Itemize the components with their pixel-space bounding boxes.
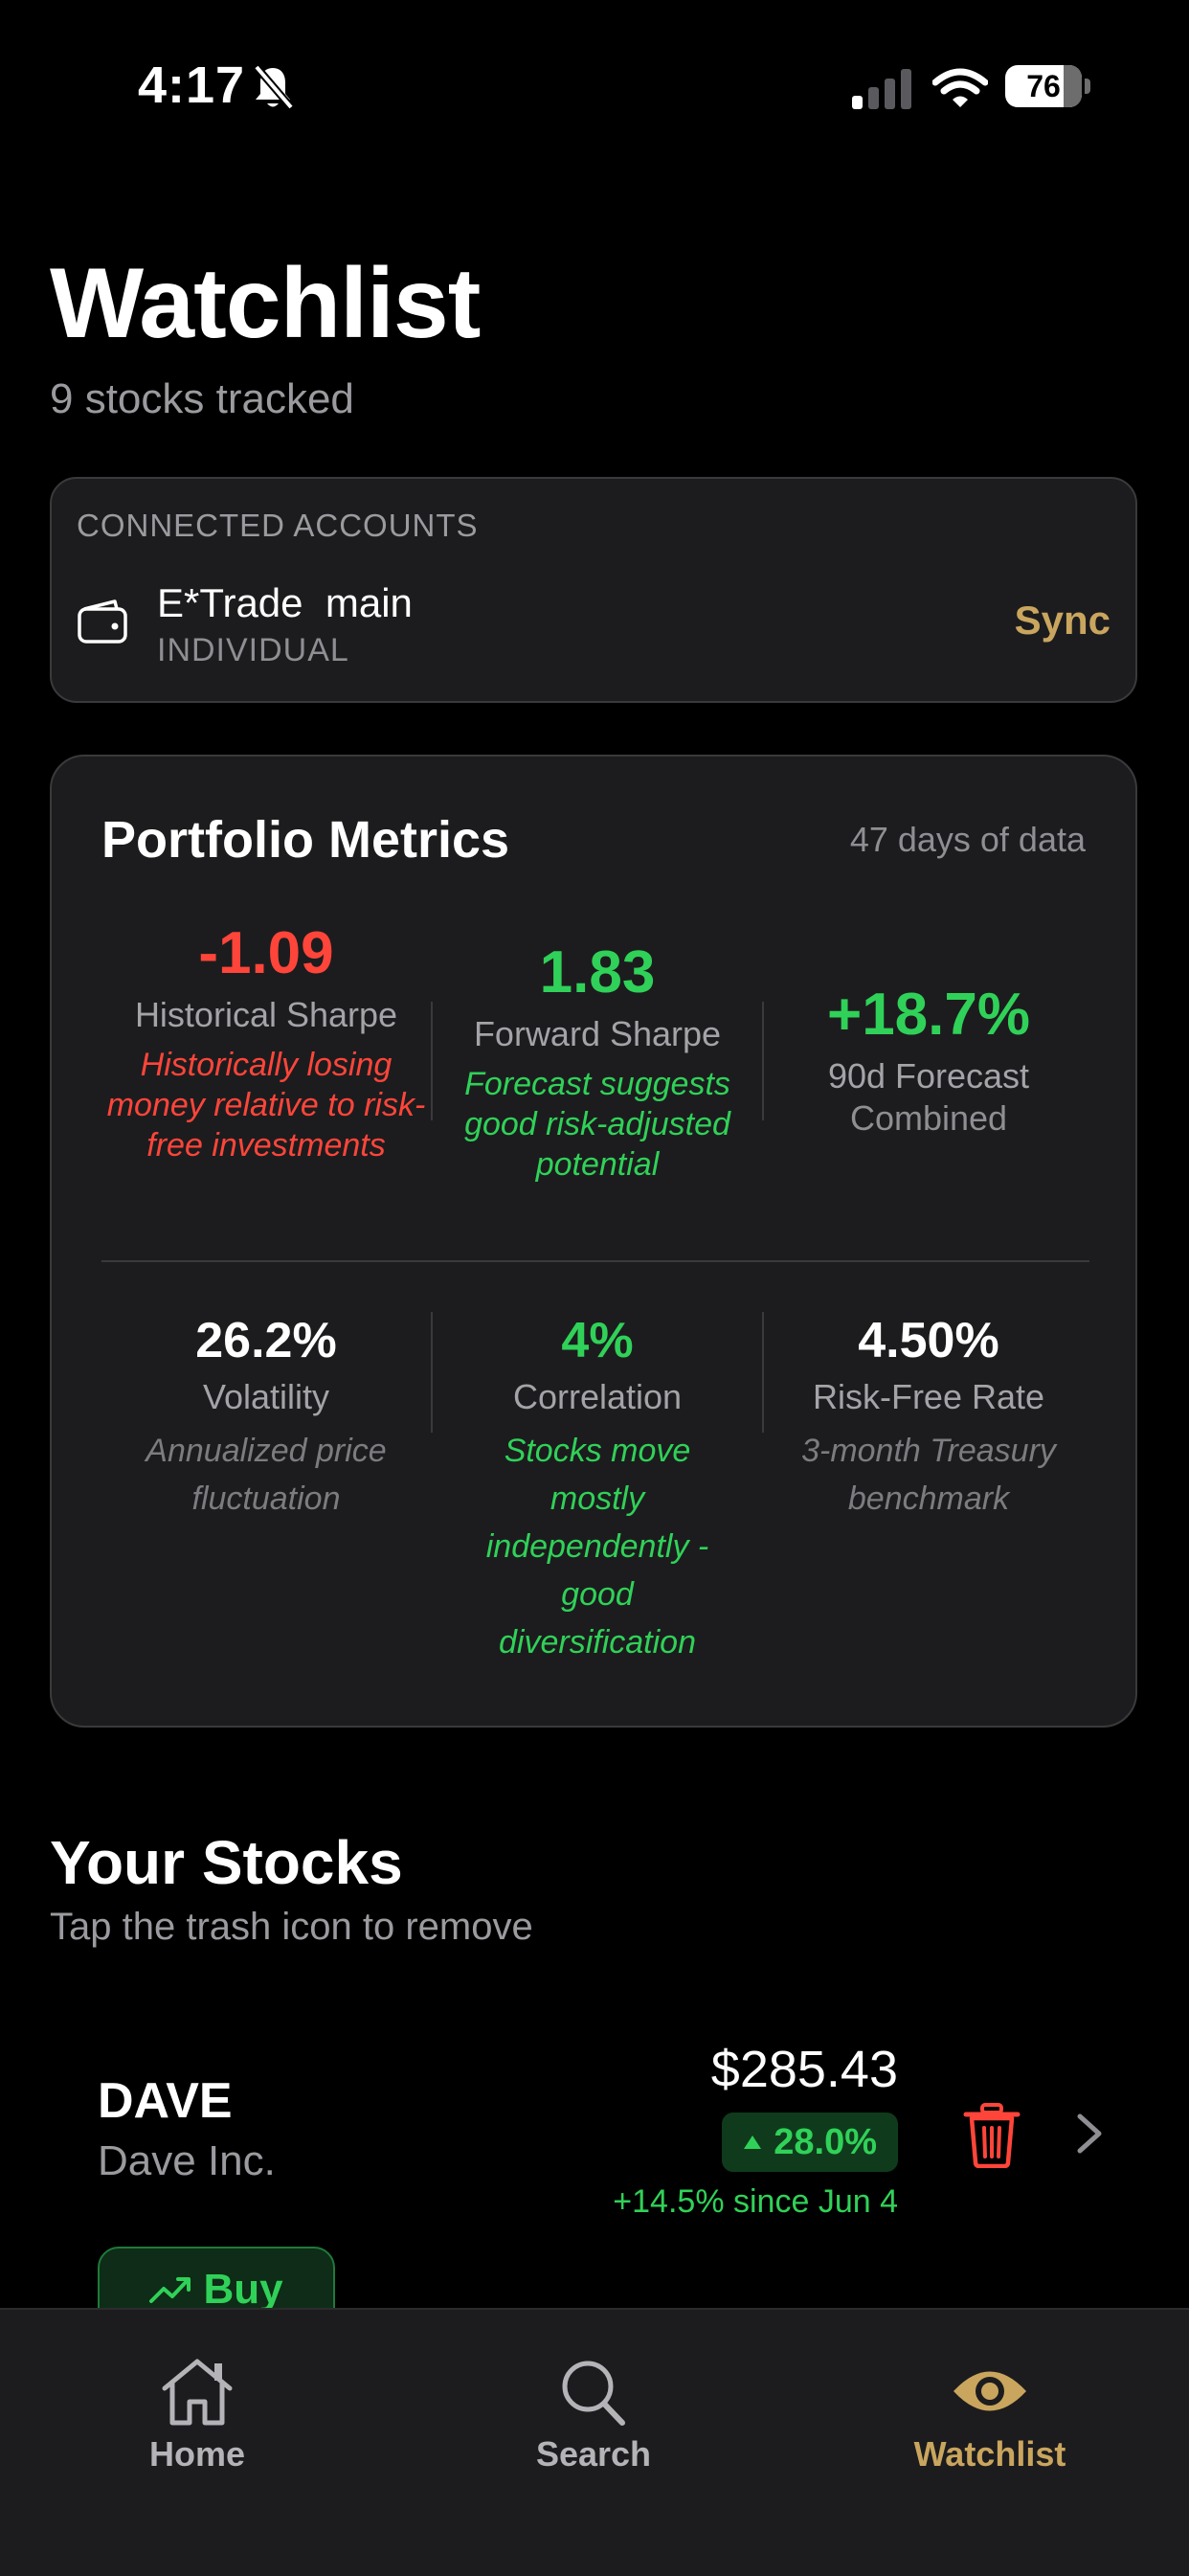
metric-historical-sharpe: -1.09 Historical Sharpe Historically los… [101,919,431,1165]
tab-label: Watchlist [913,2434,1066,2474]
stock-since-change: +14.5% since Jun 4 [613,2183,898,2220]
data-days-label: 47 days of data [849,820,1086,859]
metric-value: 26.2% [195,1313,337,1368]
metric-value: 1.83 [539,939,656,1006]
metric-volatility: 26.2% Volatility Annualized price fluctu… [101,1312,431,1523]
buy-label: Buy [203,2266,283,2313]
connected-accounts-label: CONNECTED ACCOUNTS [77,508,479,543]
metric-risk-free-rate: 4.50% Risk-Free Rate 3-month Treasury be… [764,1312,1093,1523]
tab-bar: Home Search Watchlist [0,2308,1189,2576]
page-subtitle: 9 stocks tracked [50,375,354,422]
metric-correlation: 4% Correlation Stocks move mostly indepe… [433,1312,762,1666]
metric-description: Stocks move mostly independently - good … [485,1433,709,1661]
metric-label: Forward Sharpe [473,1014,722,1053]
triangle-up-icon [744,2135,762,2149]
battery-level: 76 [1026,69,1061,103]
tab-search[interactable]: Search [450,2356,737,2474]
stock-price: $285.43 [710,2041,898,2098]
page-title: Watchlist [50,248,481,359]
metric-label: Historical Sharpe [134,995,398,1034]
metric-value: +18.7% [826,982,1030,1048]
metric-90d-forecast: +18.7% 90d Forecast Combined [764,981,1093,1139]
stock-change-badge: 28.0% [722,2113,898,2172]
account-type: INDIVIDUAL [157,632,349,668]
bell-muted-icon [253,64,295,110]
sync-button[interactable]: Sync [1015,598,1110,644]
portfolio-metrics-card: Portfolio Metrics 47 days of data -1.09 … [50,755,1137,1728]
tab-home[interactable]: Home [54,2356,341,2474]
account-name[interactable]: E*Trade main [157,580,413,626]
eye-icon [953,2371,1026,2411]
metrics-divider [101,1260,1089,1262]
metric-label: Correlation [512,1377,683,1416]
tab-watchlist[interactable]: Watchlist [846,2356,1133,2474]
wallet-icon [78,599,127,644]
metric-label: Risk-Free Rate [812,1377,1045,1416]
trending-up-icon [149,2277,191,2303]
metric-description: Combined [849,1098,1008,1138]
chevron-right-icon[interactable] [1076,2113,1103,2155]
metric-description: 3-month Treasury benchmark [801,1433,1056,1517]
tab-label: Search [535,2434,652,2474]
wifi-icon [932,68,988,107]
metric-description: Annualized price fluctuation [146,1433,387,1517]
stock-company: Dave Inc. [98,2137,276,2184]
stock-ticker[interactable]: DAVE [98,2072,233,2130]
tab-label: Home [148,2434,246,2474]
search-icon [562,2361,625,2426]
your-stocks-subtitle: Tap the trash icon to remove [50,1906,533,1948]
trash-icon[interactable] [963,2103,1021,2168]
your-stocks-title: Your Stocks [50,1828,403,1897]
metric-label: 90d Forecast [827,1056,1030,1096]
metric-description: Historically losing money relative to ri… [106,1047,426,1164]
portfolio-metrics-title: Portfolio Metrics [101,811,510,869]
metric-value: 4.50% [858,1313,999,1368]
metric-value: -1.09 [198,920,334,986]
metric-forward-sharpe: 1.83 Forward Sharpe Forecast suggests go… [433,938,762,1185]
connected-accounts-card: CONNECTED ACCOUNTS E*Trade main INDIVIDU… [50,477,1137,703]
metric-description: Forecast suggests good risk-adjusted pot… [464,1066,730,1183]
metric-value: 4% [561,1313,634,1368]
stock-change-value: 28.0% [774,2121,877,2162]
home-icon [162,2359,233,2426]
status-time: 4:17 [138,56,246,114]
cellular-signal-icon [852,69,911,109]
battery-indicator: 76 [1005,65,1091,109]
metric-label: Volatility [202,1377,330,1416]
